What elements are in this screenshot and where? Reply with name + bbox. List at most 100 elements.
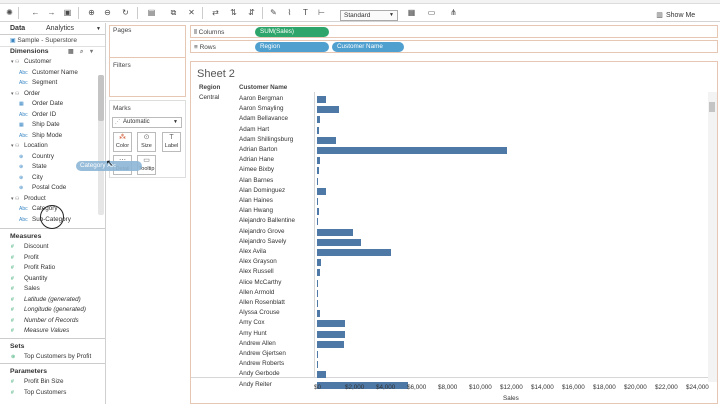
filters-card[interactable]: Filters [109,57,186,97]
dimension-item[interactable]: ▾ ⚇ Product [0,194,105,205]
sales-bar[interactable] [317,279,319,287]
color-button[interactable]: ⁂ Color [113,132,132,152]
dimension-item[interactable]: ⊕ City [0,173,105,184]
sales-bar[interactable] [317,238,362,246]
back-icon[interactable]: ← [30,7,41,19]
show-me-icon[interactable]: ▥ [654,10,665,22]
data-pane-tabs: Data Analytics ▼ [0,23,105,35]
refresh-icon[interactable]: ↻ [120,7,131,19]
measure-item[interactable]: # Number of Records [0,316,105,327]
measure-item[interactable]: # Profit Ratio [0,263,105,274]
measure-item[interactable]: # Profit [0,253,105,264]
dimension-item[interactable]: Abc Order ID [0,110,105,121]
size-button[interactable]: ⊙ Size [137,132,156,152]
dimension-item[interactable]: ⊕ Postal Code [0,183,105,194]
dimension-item[interactable]: ▾ ⚇ Order [0,89,105,100]
sales-bar[interactable] [317,361,319,369]
dimension-item[interactable]: ▾ ⚇ Customer [0,57,105,68]
sales-bar[interactable] [317,96,326,103]
dimension-item[interactable]: ▾ ⚇ Location [0,141,105,152]
dimension-item[interactable]: Abc Customer Name [0,68,105,79]
new-sheet-icon[interactable]: ▤ [146,7,157,19]
fit-icon[interactable]: ▦ [406,7,417,19]
pages-card[interactable]: Pages [109,25,186,58]
view-scroll-thumb[interactable] [709,102,715,112]
sales-bar[interactable] [317,126,320,134]
x-tick-label: $10,000 [469,384,492,391]
sales-bar[interactable] [317,228,354,236]
share-icon[interactable]: ⋔ [448,7,459,19]
sales-bar[interactable] [317,289,319,297]
sales-bar[interactable] [317,269,320,277]
measure-item[interactable]: # Sales [0,284,105,295]
measure-item[interactable]: # Longitude (generated) [0,305,105,316]
sales-bar[interactable] [317,208,320,216]
presentation-icon[interactable]: ▭ [426,7,437,19]
pause-icon[interactable]: ⊖ [102,7,113,19]
measure-item[interactable]: # Measure Values [0,326,105,337]
sales-bar[interactable] [317,187,326,195]
rows-shelf[interactable]: ≡ Rows Region Customer Name [190,40,718,53]
highlight-icon[interactable]: ✎ [268,7,279,19]
label-icon[interactable]: T [300,7,311,19]
sales-bar[interactable] [317,136,336,144]
sales-bar[interactable] [317,116,320,124]
save-icon[interactable]: ▣ [62,7,73,19]
show-me-button[interactable]: Show Me [666,11,695,21]
sales-bar[interactable] [317,106,340,114]
measure-item[interactable]: # Quantity [0,274,105,285]
view-scrollbar[interactable] [708,92,717,382]
dimensions-scroll-thumb[interactable] [98,75,104,121]
measure-item[interactable]: # Latitude (generated) [0,295,105,306]
sales-bar[interactable] [317,249,392,256]
fix-axes-icon[interactable]: ⊢ [316,7,327,19]
sales-bar[interactable] [317,310,320,318]
sales-bar[interactable] [317,371,326,379]
tab-data[interactable]: Data [10,24,25,34]
sales-bar[interactable] [317,147,507,154]
fit-dropdown[interactable]: Standard ▼ [340,10,398,21]
forward-icon[interactable]: → [46,7,57,19]
sales-bar[interactable] [317,198,319,205]
customer-name-label: Alex Russell [239,268,274,276]
field-label: Top Customers by Profit [24,352,92,360]
sales-bar[interactable] [317,351,319,358]
sales-bar[interactable] [317,218,318,226]
chevron-down-icon[interactable]: ▼ [96,24,101,34]
datasource-item[interactable]: ▣ Sample - Superstore [0,35,105,47]
swap-icon[interactable]: ⇄ [210,7,221,19]
dimension-item[interactable]: Abc Segment [0,78,105,89]
duplicate-icon[interactable]: ⧉ [168,7,179,19]
sort-asc-icon[interactable]: ⇅ [228,7,239,19]
group-icon[interactable]: ⌇ [284,7,295,19]
dimension-item[interactable]: ▦ Ship Date [0,120,105,131]
clear-icon[interactable]: ✕ [186,7,197,19]
sum-sales-pill[interactable]: SUM(Sales) [255,27,329,37]
set-item[interactable]: ⊛ Top Customers by Profit [0,352,105,363]
mark-type-dropdown[interactable]: ⋰ Automatic ▼ [112,117,182,128]
sort-desc-icon[interactable]: ⇵ [246,7,257,19]
tab-analytics[interactable]: Analytics [46,24,74,34]
new-datasource-icon[interactable]: ⊕ [86,7,97,19]
sales-bar[interactable] [317,157,321,165]
region-pill[interactable]: Region [255,42,329,52]
dimension-item[interactable]: ▦ Order Date [0,99,105,110]
sales-bar[interactable] [317,177,318,185]
parameter-item[interactable]: # Profit Bin Size [0,377,105,388]
dimension-item[interactable]: Abc Ship Mode [0,131,105,142]
chevron-down-icon[interactable]: ▾ [90,47,93,57]
measure-item[interactable]: # Discount [0,242,105,253]
customer-name-pill[interactable]: Customer Name [332,42,404,52]
label-button[interactable]: T Label [162,132,181,152]
sales-bar[interactable] [317,259,322,267]
sales-bar[interactable] [317,300,319,307]
grid-icon[interactable]: ▦ [68,47,74,57]
sales-bar[interactable] [317,340,345,348]
sales-bar[interactable] [317,330,345,338]
search-icon[interactable]: ⌕ [80,47,83,57]
sales-bar[interactable] [317,320,345,328]
parameter-item[interactable]: # Top Customers [0,388,105,399]
columns-shelf[interactable]: ⦀ Columns SUM(Sales) [190,25,718,38]
field-label: Profit [24,253,39,261]
sales-bar[interactable] [317,167,319,175]
